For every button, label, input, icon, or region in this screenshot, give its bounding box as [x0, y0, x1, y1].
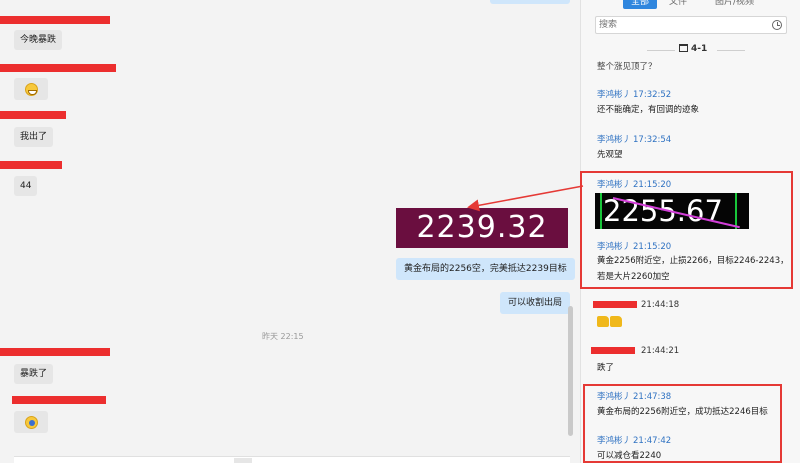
message-meta: 李鸿彬丿 17:32:52 — [597, 88, 671, 100]
message-time: 17:32:52 — [633, 90, 672, 100]
incoming-message[interactable]: 暴跌了 — [14, 364, 54, 384]
history-message[interactable]: 先观望 — [597, 148, 623, 160]
redacted-sender — [12, 396, 106, 404]
calendar-icon — [679, 44, 688, 52]
history-message[interactable]: 还不能确定，有回调的迹象 — [597, 103, 699, 115]
thumbs-up-message[interactable] — [597, 316, 623, 330]
redacted-sender — [591, 347, 635, 354]
message-meta: 李鸿彬丿 17:32:54 — [597, 133, 671, 145]
clock-icon[interactable] — [772, 20, 782, 30]
message-input-area[interactable] — [14, 456, 570, 463]
history-tabs: 全部 文件 图片/视频 — [581, 0, 800, 12]
tab-media[interactable]: 图片/视频 — [707, 0, 762, 9]
outgoing-message[interactable]: 黄金布局的2256空，完美抵达2239目标 — [396, 258, 575, 280]
redacted-sender — [0, 64, 116, 72]
history-search — [595, 16, 787, 34]
history-message[interactable]: 跌了 — [597, 361, 614, 373]
incoming-message[interactable]: 44 — [14, 176, 38, 196]
sender-name: 李鸿彬丿 — [597, 135, 632, 145]
chat-timestamp: 昨天 22:15 — [262, 332, 304, 341]
date-label: 4-1 — [691, 44, 708, 54]
incoming-message[interactable]: 我出了 — [14, 127, 54, 147]
history-message-partial: 整个涨见顶了？ — [597, 62, 657, 72]
outgoing-message[interactable]: 可以收割出局 — [500, 292, 571, 314]
chat-scrollbar[interactable] — [568, 306, 573, 436]
incoming-message[interactable]: 今晚暴跌 — [14, 30, 63, 50]
message-time: 21:44:21 — [641, 346, 680, 356]
tab-all[interactable]: 全部 — [623, 0, 658, 9]
thumbs-up-icon — [597, 316, 609, 327]
sender-name: 李鸿彬丿 — [597, 90, 632, 100]
outgoing-bubble-partial — [490, 0, 570, 4]
message-time: 17:32:54 — [633, 135, 672, 145]
message-time: 21:44:18 — [641, 300, 680, 310]
highlight-box — [583, 384, 782, 463]
date-separator: 4-1 — [581, 44, 800, 56]
redacted-sender — [0, 348, 110, 356]
input-resize-handle[interactable] — [234, 458, 252, 463]
wave-emoji-icon — [24, 415, 38, 429]
redacted-sender — [593, 301, 637, 308]
redacted-sender — [0, 16, 110, 24]
search-input[interactable] — [596, 17, 756, 33]
incoming-emoji-message[interactable] — [14, 411, 48, 433]
incoming-emoji-message[interactable] — [14, 78, 48, 100]
price-screenshot[interactable]: 2239.32 — [396, 208, 568, 248]
chat-pane: 今晚暴跌 我出了 44 2239.32 黄金布局的2256空，完美抵达2239目… — [0, 0, 576, 463]
grin-emoji-icon — [24, 82, 38, 96]
redacted-sender — [0, 161, 62, 169]
thumbs-up-icon — [610, 316, 622, 327]
redacted-sender — [0, 111, 66, 119]
highlight-box — [580, 171, 793, 289]
tab-files[interactable]: 文件 — [661, 0, 695, 9]
